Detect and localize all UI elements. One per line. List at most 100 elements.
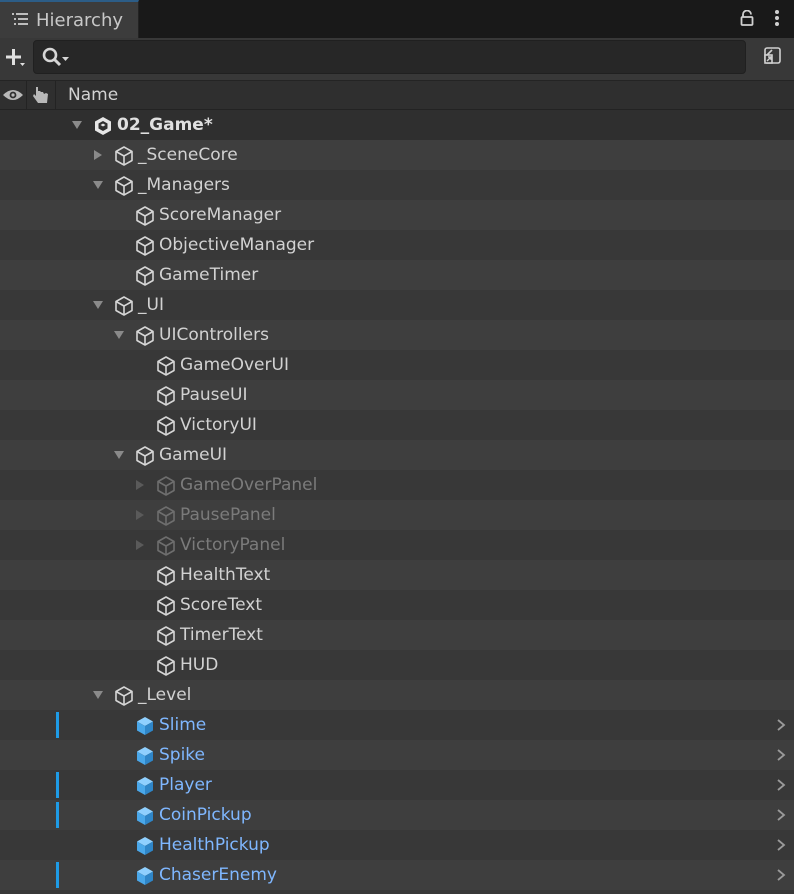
tree-item-label: HealthPickup: [159, 835, 270, 855]
tree-row[interactable]: HealthText: [0, 560, 794, 590]
tree-row[interactable]: HealthPickup: [0, 830, 794, 860]
tree-row[interactable]: TimerText: [0, 620, 794, 650]
kebab-menu-icon[interactable]: [774, 9, 780, 31]
tree-item-label: ScoreManager: [159, 205, 282, 225]
open-prefab-chevron-icon[interactable]: [776, 800, 786, 830]
prefab-cube-icon: [134, 835, 156, 857]
open-prefab-chevron-icon[interactable]: [776, 740, 786, 770]
tree-row[interactable]: GameOverPanel: [0, 470, 794, 500]
tree-item-label: HealthText: [180, 565, 271, 585]
expand-open-arrow-icon[interactable]: [91, 680, 105, 710]
tree-row[interactable]: VictoryPanel: [0, 530, 794, 560]
tab-title: Hierarchy: [36, 9, 124, 31]
gameobject-cube-icon: [113, 175, 135, 197]
toolbar: [0, 38, 794, 80]
tree-item-label: GameUI: [159, 445, 228, 465]
prefab-cube-icon: [134, 805, 156, 827]
tab-bar: Hierarchy: [0, 0, 794, 38]
override-indicator: [56, 712, 59, 738]
tree-row[interactable]: VictoryUI: [0, 410, 794, 440]
lock-icon[interactable]: [740, 9, 754, 30]
search-field[interactable]: [33, 40, 746, 75]
tree-row[interactable]: ScoreText: [0, 590, 794, 620]
scene-visibility-icon[interactable]: [762, 45, 782, 69]
open-prefab-chevron-icon[interactable]: [776, 830, 786, 860]
expand-open-arrow-icon[interactable]: [70, 110, 84, 140]
search-input[interactable]: [74, 41, 738, 75]
open-prefab-chevron-icon[interactable]: [776, 860, 786, 890]
scene-row[interactable]: 02_Game*: [0, 110, 794, 140]
gameobject-cube-icon: [113, 685, 135, 707]
tree-row[interactable]: Slime: [0, 710, 794, 740]
expand-open-arrow-icon[interactable]: [112, 440, 126, 470]
expand-open-arrow-icon[interactable]: [91, 170, 105, 200]
tree-row[interactable]: Player: [0, 770, 794, 800]
gameobject-cube-icon: [113, 295, 135, 317]
tree-item-label: PauseUI: [180, 385, 248, 405]
tree-item-label: Slime: [159, 715, 207, 735]
tree-row[interactable]: PauseUI: [0, 380, 794, 410]
open-prefab-chevron-icon[interactable]: [776, 770, 786, 800]
expand-closed-arrow-icon[interactable]: [133, 500, 147, 530]
hand-icon[interactable]: [27, 81, 56, 109]
override-indicator: [56, 802, 59, 828]
gameobject-cube-icon: [134, 265, 156, 287]
tree-row[interactable]: ChaserEnemy: [0, 860, 794, 890]
expand-open-arrow-icon[interactable]: [91, 290, 105, 320]
tree-row[interactable]: GameUI: [0, 440, 794, 470]
gameobject-cube-icon: [155, 655, 177, 677]
expand-closed-arrow-icon[interactable]: [91, 140, 105, 170]
gameobject-cube-icon: [155, 565, 177, 587]
tree-row[interactable]: ObjectiveManager: [0, 230, 794, 260]
tree-item-label: GameOverUI: [180, 355, 289, 375]
tree-item-label: VictoryPanel: [180, 535, 286, 555]
gameobject-cube-icon: [155, 415, 177, 437]
expand-closed-arrow-icon[interactable]: [133, 530, 147, 560]
eye-icon[interactable]: [0, 81, 27, 109]
tree-item-label: Spike: [159, 745, 206, 765]
open-prefab-chevron-icon[interactable]: [776, 710, 786, 740]
tree-row[interactable]: CoinPickup: [0, 800, 794, 830]
tree-item-label: HUD: [180, 655, 219, 675]
tree-row[interactable]: Spike: [0, 740, 794, 770]
gameobject-cube-icon: [155, 625, 177, 647]
gameobject-cube-icon: [155, 475, 177, 497]
column-header: Name: [0, 80, 794, 110]
search-icon[interactable]: [42, 47, 70, 73]
tree-row[interactable]: _UI: [0, 290, 794, 320]
expand-open-arrow-icon[interactable]: [112, 320, 126, 350]
gameobject-cube-icon: [134, 445, 156, 467]
tree-row[interactable]: ScoreManager: [0, 200, 794, 230]
prefab-cube-icon: [134, 715, 156, 737]
list-icon: [12, 11, 28, 30]
tree-row[interactable]: _SceneCore: [0, 140, 794, 170]
tree-row[interactable]: _Managers: [0, 170, 794, 200]
unity-scene-icon: [92, 115, 114, 137]
tree-row[interactable]: _Level: [0, 680, 794, 710]
name-column-header[interactable]: Name: [68, 81, 118, 109]
expand-closed-arrow-icon[interactable]: [133, 470, 147, 500]
gameobject-cube-icon: [134, 325, 156, 347]
tab-hierarchy[interactable]: Hierarchy: [0, 0, 139, 38]
tree-item-label: ChaserEnemy: [159, 865, 277, 885]
tree-item-label: _UI: [138, 295, 164, 315]
gameobject-cube-icon: [134, 205, 156, 227]
tree-row[interactable]: UIControllers: [0, 320, 794, 350]
tree-row[interactable]: GameOverUI: [0, 350, 794, 380]
tree-item-label: GameOverPanel: [180, 475, 318, 495]
plus-icon[interactable]: [5, 46, 27, 70]
override-indicator: [56, 772, 59, 798]
gameobject-cube-icon: [155, 355, 177, 377]
gameobject-cube-icon: [155, 595, 177, 617]
tree-row[interactable]: PausePanel: [0, 500, 794, 530]
tree-item-label: 02_Game*: [117, 115, 213, 135]
tree-item-label: VictoryUI: [180, 415, 257, 435]
gameobject-cube-icon: [155, 385, 177, 407]
gameobject-cube-icon: [155, 535, 177, 557]
tree-row[interactable]: HUD: [0, 650, 794, 680]
prefab-cube-icon: [134, 775, 156, 797]
tree-item-label: PausePanel: [180, 505, 276, 525]
tree-row[interactable]: GameTimer: [0, 260, 794, 290]
tree-item-label: UIControllers: [159, 325, 269, 345]
gameobject-cube-icon: [134, 235, 156, 257]
